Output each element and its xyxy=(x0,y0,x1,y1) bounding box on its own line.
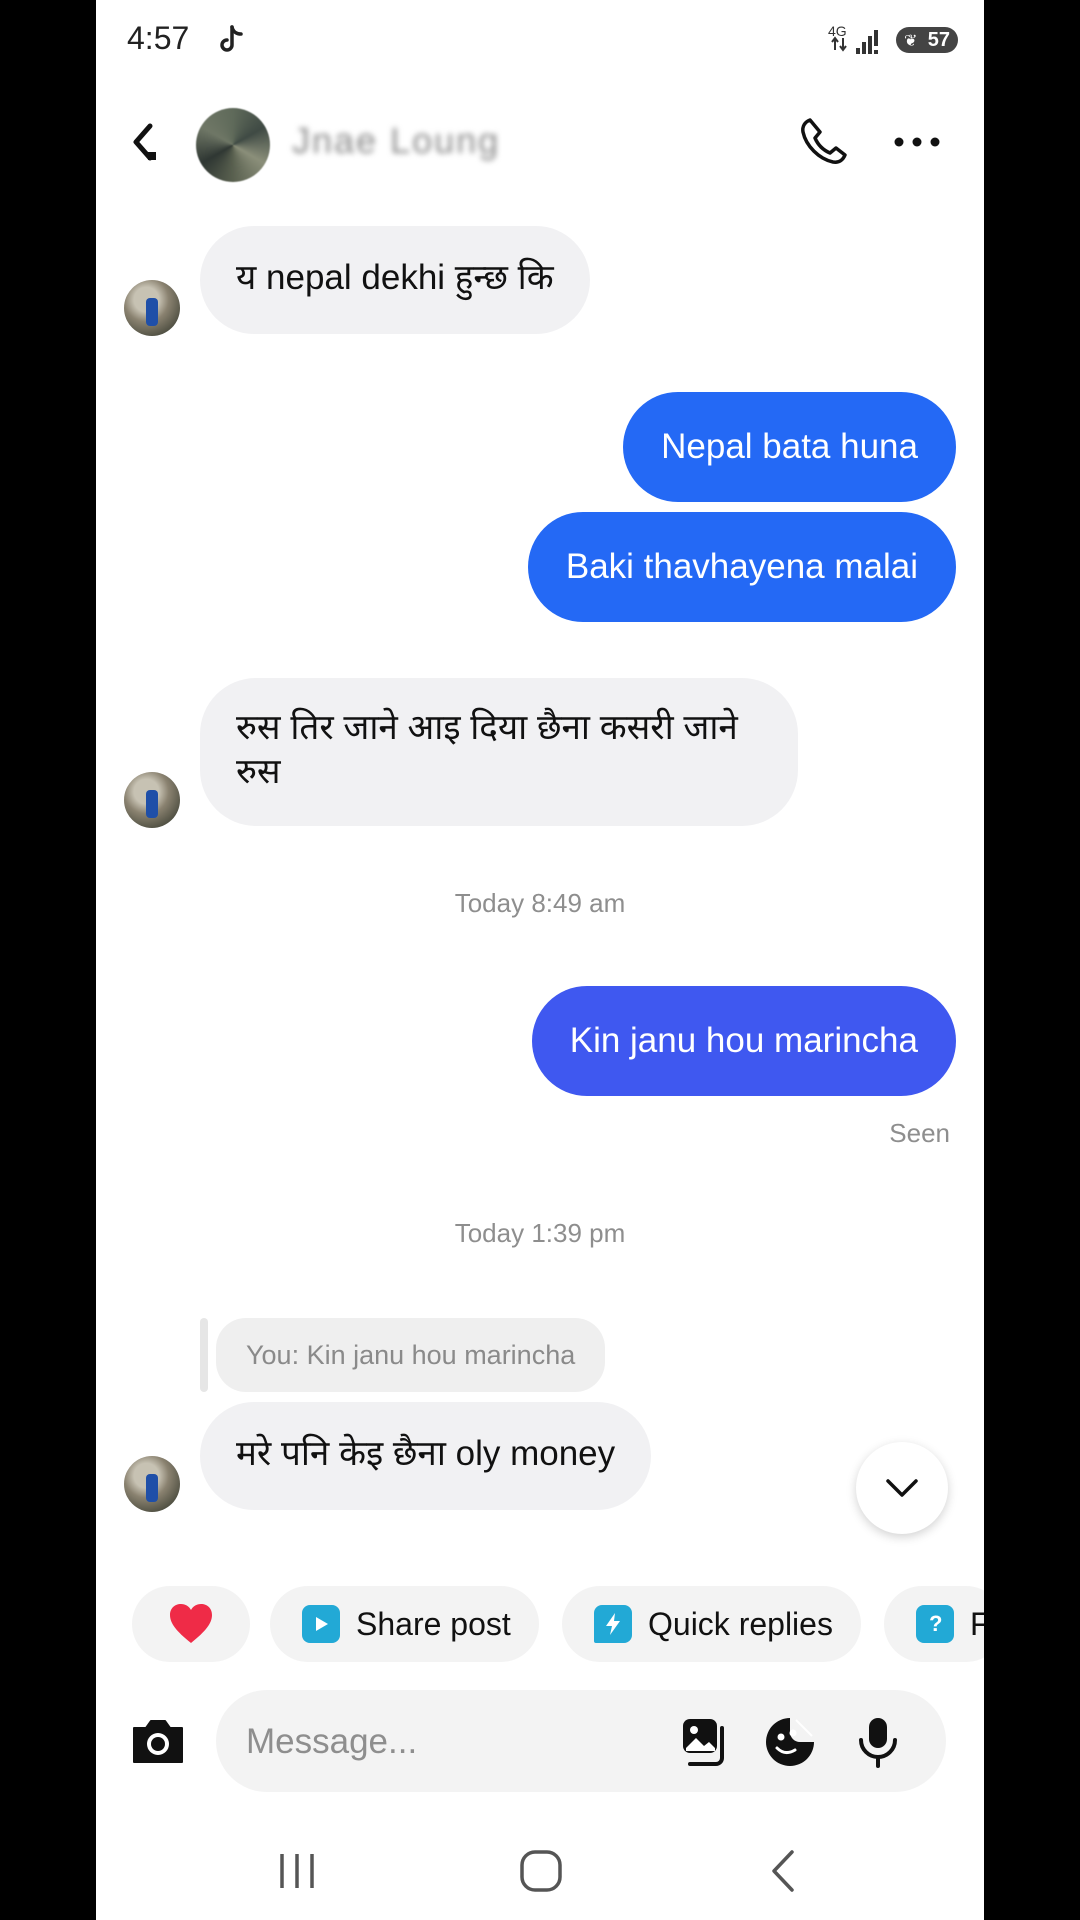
back-arrow-icon[interactable] xyxy=(126,118,166,166)
svg-text:?: ? xyxy=(929,1612,942,1636)
sender-avatar[interactable] xyxy=(124,280,180,336)
camera-icon[interactable] xyxy=(130,1716,186,1766)
question-bubble-icon: ? xyxy=(916,1605,954,1643)
chat-screen: 4:57 4G ❦ 57 Jnae Loung य nepal dekhi हु… xyxy=(96,0,984,1920)
chip-label: Quick replies xyxy=(648,1605,833,1642)
contact-avatar[interactable] xyxy=(196,108,270,182)
outgoing-message[interactable]: Baki thavhayena malai xyxy=(527,512,956,622)
incoming-message[interactable]: य nepal dekhi हुन्छ कि xyxy=(200,226,590,334)
quick-actions: Share post Quick replies ? F xyxy=(96,1586,984,1662)
faq-chip[interactable]: ? F xyxy=(884,1586,984,1662)
bolt-bubble-icon xyxy=(594,1605,632,1643)
incoming-message[interactable]: मरे पनि केइ छैना oly money xyxy=(200,1402,652,1510)
outgoing-message[interactable]: Kin janu hou marincha xyxy=(531,986,956,1096)
chip-label: F xyxy=(970,1605,984,1642)
tiktok-icon xyxy=(220,25,243,52)
status-bar: 4:57 4G ❦ 57 xyxy=(96,0,984,80)
recent-apps-icon[interactable] xyxy=(272,1848,322,1894)
timestamp: Today 1:39 pm xyxy=(454,1218,626,1248)
gallery-icon[interactable] xyxy=(680,1716,732,1768)
chat-header: Jnae Loung xyxy=(96,92,984,192)
play-square-icon xyxy=(302,1605,340,1643)
microphone-icon[interactable] xyxy=(852,1716,904,1768)
sticker-icon[interactable] xyxy=(764,1716,816,1768)
battery-level: 57 xyxy=(927,28,950,51)
reply-preview[interactable]: You: Kin janu hou marincha xyxy=(216,1318,606,1392)
network-type: 4G xyxy=(828,23,847,39)
quick-replies-chip[interactable]: Quick replies xyxy=(562,1586,861,1662)
sender-avatar[interactable] xyxy=(124,1456,180,1512)
heart-chip[interactable] xyxy=(132,1586,250,1662)
reply-indicator xyxy=(200,1318,208,1392)
message-input[interactable] xyxy=(244,1716,668,1768)
seen-status: Seen xyxy=(889,1118,950,1148)
more-options-icon[interactable] xyxy=(892,132,942,152)
nav-back-icon[interactable] xyxy=(760,1848,810,1894)
home-icon[interactable] xyxy=(516,1848,566,1894)
battery-indicator: ❦ 57 xyxy=(896,27,958,53)
signal-icon: 4G xyxy=(828,23,878,54)
outgoing-message[interactable]: Nepal bata huna xyxy=(623,392,956,502)
leaf-icon: ❦ xyxy=(904,33,918,50)
heart-icon xyxy=(170,1604,212,1643)
timestamp: Today 8:49 am xyxy=(454,888,626,918)
sender-avatar[interactable] xyxy=(124,772,180,828)
incoming-message[interactable]: रुस तिर जाने आइ दिया छैना कसरी जाने रुस xyxy=(200,678,798,826)
share-post-chip[interactable]: Share post xyxy=(270,1586,539,1662)
status-time: 4:57 xyxy=(127,20,190,56)
message-composer xyxy=(216,1690,946,1792)
system-navigation-bar xyxy=(96,1820,984,1920)
chevron-down-icon xyxy=(886,1479,918,1497)
chip-label: Share post xyxy=(356,1605,511,1642)
scroll-to-bottom-button[interactable] xyxy=(856,1442,948,1534)
phone-call-icon[interactable] xyxy=(796,114,852,170)
contact-name[interactable]: Jnae Loung xyxy=(292,120,522,166)
